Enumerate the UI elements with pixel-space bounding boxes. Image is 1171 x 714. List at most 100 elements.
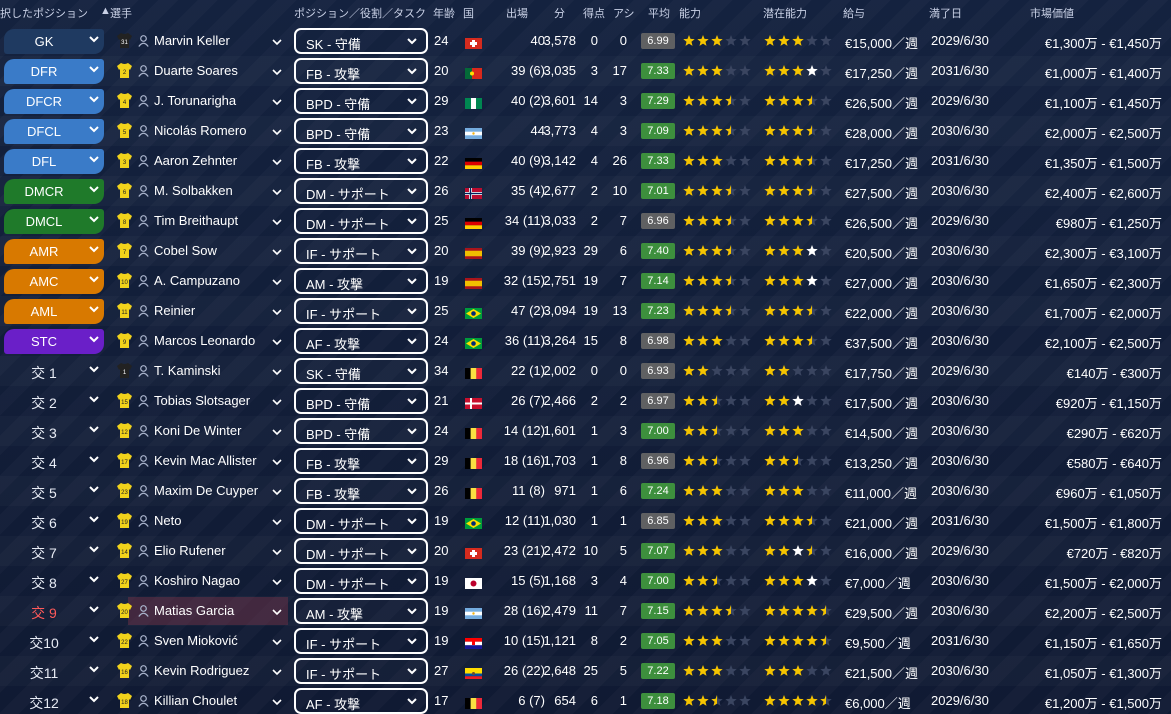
chevron-down-icon[interactable] (407, 664, 417, 678)
chevron-down-icon[interactable] (272, 215, 282, 227)
player-row[interactable]: STC 9 Marcos Leonardo AF - 攻撃 24 36 (11) 3,264… (0, 326, 1171, 356)
chevron-down-icon[interactable] (89, 512, 99, 526)
col-age[interactable]: 年齢 (433, 5, 455, 21)
player-row[interactable]: 交 5 23 Maxim De Cuyper FB - 攻撃 26 11 (8) 971 1 6… (0, 476, 1171, 506)
chevron-down-icon[interactable] (89, 362, 99, 376)
player-name[interactable]: Cobel Sow (154, 243, 217, 258)
chevron-down-icon[interactable] (272, 515, 282, 527)
player-name[interactable]: Kevin Rodriguez (154, 663, 249, 678)
chevron-down-icon[interactable] (272, 65, 282, 77)
role-selector[interactable]: AM - 攻撃 (294, 598, 428, 624)
col-expiry[interactable]: 満了日 (929, 5, 962, 21)
player-row[interactable]: 交 1 1 T. Kaminski SK - 守備 34 22 (1) 2,002 0 0 6.9… (0, 356, 1171, 386)
chevron-down-icon[interactable] (272, 155, 282, 167)
role-selector[interactable]: FB - 攻撃 (294, 478, 428, 504)
role-selector[interactable]: IF - サポート (294, 628, 428, 654)
position-selector[interactable]: DMCL (4, 209, 104, 234)
player-row[interactable]: 交 7 14 Elio Rufener DM - サポート 20 23 (21) 2,472… (0, 536, 1171, 566)
player-name[interactable]: Tobias Slotsager (154, 393, 250, 408)
chevron-down-icon[interactable] (89, 662, 99, 676)
chevron-down-icon[interactable] (89, 212, 99, 226)
position-selector[interactable]: DFR (4, 59, 104, 84)
chevron-down-icon[interactable] (89, 122, 99, 136)
player-row[interactable]: AMC 10 A. Campuzano AM - 攻撃 19 32 (15) 2,751 19… (0, 266, 1171, 296)
position-selector[interactable]: 交11 (4, 659, 104, 684)
chevron-down-icon[interactable] (272, 575, 282, 587)
position-selector[interactable]: 交 3 (4, 419, 104, 444)
role-selector[interactable]: DM - サポート (294, 508, 428, 534)
col-role[interactable]: ポジション／役割／タスク (294, 5, 426, 21)
player-row[interactable]: AML 11 Reinier IF - サポート 25 47 (2) 3,094 19 13 7.… (0, 296, 1171, 326)
col-value[interactable]: 市場価値 (1030, 5, 1074, 21)
chevron-down-icon[interactable] (407, 274, 417, 288)
player-row[interactable]: DFCL 5 Nicolás Romero BPD - 守備 23 44 3,773 4 3 7.… (0, 116, 1171, 146)
chevron-down-icon[interactable] (272, 185, 282, 197)
position-selector[interactable]: 交 9 (4, 599, 104, 624)
col-potential[interactable]: 潜在能力 (763, 5, 807, 21)
chevron-down-icon[interactable] (407, 304, 417, 318)
chevron-down-icon[interactable] (407, 454, 417, 468)
player-row[interactable]: DFCR 4 J. Torunarigha BPD - 守備 29 40 (2) 3,601… (0, 86, 1171, 116)
chevron-down-icon[interactable] (89, 152, 99, 166)
player-name[interactable]: J. Torunarigha (154, 93, 236, 108)
role-selector[interactable]: DM - サポート (294, 538, 428, 564)
col-nat[interactable]: 国 (463, 5, 474, 21)
chevron-down-icon[interactable] (407, 514, 417, 528)
position-selector[interactable]: 交 6 (4, 509, 104, 534)
chevron-down-icon[interactable] (407, 244, 417, 258)
chevron-down-icon[interactable] (272, 695, 282, 707)
col-player[interactable]: 選手 (110, 5, 132, 21)
chevron-down-icon[interactable] (89, 62, 99, 76)
player-row[interactable]: GK 31 Marvin Keller SK - 守備 24 40 3,578 0 0 6.99 €… (0, 26, 1171, 56)
player-name[interactable]: Aaron Zehnter (154, 153, 237, 168)
col-ability[interactable]: 能力 (679, 5, 701, 21)
role-selector[interactable]: DM - サポート (294, 208, 428, 234)
player-name[interactable]: Duarte Soares (154, 63, 238, 78)
player-row[interactable]: DMCR 6 M. Solbakken DM - サポート 26 35 (4) 2,677 2… (0, 176, 1171, 206)
player-name[interactable]: M. Solbakken (154, 183, 233, 198)
chevron-down-icon[interactable] (407, 634, 417, 648)
chevron-down-icon[interactable] (272, 35, 282, 47)
col-mins[interactable]: 分 (554, 5, 565, 21)
player-name[interactable]: Koni De Winter (154, 423, 241, 438)
role-selector[interactable]: AM - 攻撃 (294, 268, 428, 294)
role-selector[interactable]: IF - サポート (294, 298, 428, 324)
role-selector[interactable]: AF - 攻撃 (294, 328, 428, 354)
col-goals[interactable]: 得点 (583, 5, 605, 21)
chevron-down-icon[interactable] (407, 34, 417, 48)
position-selector[interactable]: 交 5 (4, 479, 104, 504)
chevron-down-icon[interactable] (407, 484, 417, 498)
player-name[interactable]: Sven Mioković (154, 633, 238, 648)
player-row[interactable]: 交 8 27 Koshiro Nagao DM - サポート 19 15 (5) 1,168… (0, 566, 1171, 596)
chevron-down-icon[interactable] (89, 632, 99, 646)
chevron-down-icon[interactable] (272, 545, 282, 557)
role-selector[interactable]: FB - 攻撃 (294, 58, 428, 84)
chevron-down-icon[interactable] (407, 604, 417, 618)
chevron-down-icon[interactable] (407, 64, 417, 78)
col-apps[interactable]: 出場 (506, 5, 528, 21)
col-avg[interactable]: 平均 (648, 5, 670, 21)
player-row[interactable]: 交 3 12 Koni De Winter BPD - 守備 24 14 (12) 1,60… (0, 416, 1171, 446)
position-selector[interactable]: DFL (4, 149, 104, 174)
position-selector[interactable]: 交 4 (4, 449, 104, 474)
chevron-down-icon[interactable] (272, 485, 282, 497)
chevron-down-icon[interactable] (272, 425, 282, 437)
player-row[interactable]: DFL 3 Aaron Zehnter FB - 攻撃 22 40 (9) 3,142 4 26… (0, 146, 1171, 176)
position-selector[interactable]: 交12 (4, 689, 104, 714)
role-selector[interactable]: SK - 守備 (294, 358, 428, 384)
col-position[interactable]: 択したポジション (0, 5, 88, 21)
position-selector[interactable]: DMCR (4, 179, 104, 204)
role-selector[interactable]: DM - サポート (294, 178, 428, 204)
chevron-down-icon[interactable] (89, 392, 99, 406)
chevron-down-icon[interactable] (407, 94, 417, 108)
chevron-down-icon[interactable] (272, 275, 282, 287)
chevron-down-icon[interactable] (272, 395, 282, 407)
player-row[interactable]: 交12 18 Killian Choulet AF - 攻撃 17 6 (7) 654 6 1 7… (0, 686, 1171, 714)
chevron-down-icon[interactable] (407, 124, 417, 138)
position-selector[interactable]: 交 7 (4, 539, 104, 564)
player-name[interactable]: Marvin Keller (154, 33, 230, 48)
chevron-down-icon[interactable] (407, 694, 417, 708)
position-selector[interactable]: DFCR (4, 89, 104, 114)
chevron-down-icon[interactable] (272, 125, 282, 137)
chevron-down-icon[interactable] (272, 335, 282, 347)
